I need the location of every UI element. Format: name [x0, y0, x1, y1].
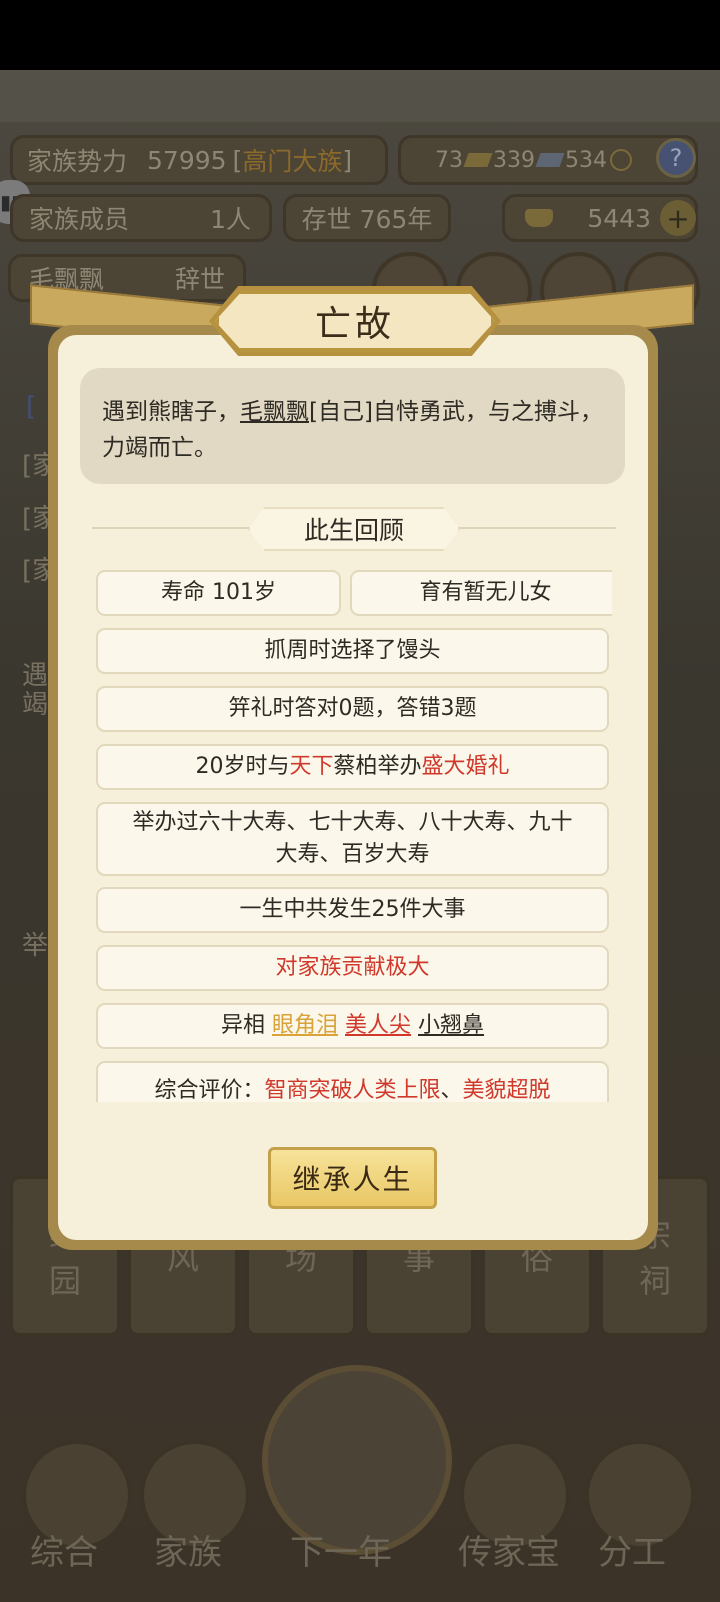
events-text: 一生中共发生25件大事	[239, 897, 466, 922]
marriage-pre: 20岁时与	[195, 754, 290, 779]
cause-prefix: 遇到熊瞎子，	[102, 399, 240, 425]
features-card: 异相 眼角泪 美人尖 小翘鼻	[96, 1003, 609, 1049]
plus-icon: +	[666, 201, 690, 235]
tile-garden-bottom: 园	[48, 1262, 81, 1300]
birthdays-card: 举办过六十大寿、七十大寿、八十大寿、九十大寿、百岁大寿	[96, 802, 609, 876]
nav-heirloom-label: 传家宝	[458, 1533, 560, 1573]
inherit-life-button[interactable]: 继承人生	[268, 1147, 437, 1209]
resource-3-value: 534	[565, 147, 607, 173]
add-gold-button[interactable]: +	[660, 200, 696, 236]
nav-overview-label: 综合	[30, 1533, 98, 1573]
contribution-text: 对家族贡献极大	[275, 955, 430, 980]
bracket-open: [	[232, 145, 243, 175]
tile-hall-bottom: 祠	[638, 1262, 671, 1300]
existence-panel: 存世 765年	[283, 194, 451, 242]
bracket-close: ]	[342, 145, 353, 175]
members-value: 1人	[210, 205, 251, 234]
gold-ingot-icon	[525, 209, 553, 227]
feature-upturned-nose[interactable]: 小翘鼻	[418, 1013, 484, 1038]
log-tag-1: [	[26, 392, 37, 422]
feature-widows-peak[interactable]: 美人尖	[345, 1013, 411, 1038]
zhuazhou-card: 抓周时选择了馒头	[96, 628, 609, 674]
dialog-title-plate: 亡故	[215, 290, 495, 352]
events-card: 一生中共发生25件大事	[96, 887, 609, 933]
feature-tear-mole[interactable]: 眼角泪	[272, 1013, 338, 1038]
marriage-realm: 天下	[289, 754, 334, 779]
family-power-label: 家族势力	[27, 147, 128, 176]
jili-text: 笄礼时答对0题，答错3题	[228, 696, 477, 721]
evaluation-card: 综合评价：智商突破人类上限、美貌超脱	[96, 1061, 609, 1102]
log-entry-5: 竭	[22, 690, 49, 720]
top-band	[0, 70, 720, 122]
family-members-panel[interactable]: 家族成员 1人	[10, 194, 272, 242]
gold-bar-icon	[463, 153, 493, 167]
evaluation-value-2: 美貌超脱	[462, 1078, 551, 1102]
lifespan-card: 寿命 101岁	[96, 570, 341, 616]
death-cause-box: 遇到熊瞎子，毛飘飘[自己]自恃勇武，与之搏斗，力竭而亡。	[80, 368, 625, 484]
features-label: 异相	[220, 1013, 265, 1038]
silver-bar-icon	[535, 153, 565, 167]
evaluation-label: 综合评价：	[154, 1078, 265, 1102]
coin-icon	[610, 149, 632, 171]
person-status: 辞世	[174, 265, 225, 294]
birthdays-text: 举办过六十大寿、七十大寿、八十大寿、九十大寿、百岁大寿	[132, 810, 573, 867]
nav-next-year-label: 下一年	[290, 1533, 392, 1573]
resource-1-value: 73	[435, 147, 463, 173]
contribution-card: 对家族贡献极大	[96, 945, 609, 991]
help-icon: ?	[669, 144, 683, 172]
life-review-heading: 此生回顾	[248, 507, 460, 551]
inherit-life-label: 继承人生	[292, 1163, 413, 1196]
evaluation-value-1: 智商突破人类上限	[264, 1078, 441, 1102]
evaluation-sep: 、	[440, 1078, 463, 1102]
marriage-type: 盛大婚礼	[421, 754, 510, 779]
life-review-list[interactable]: 寿命 101岁 育有暂无儿女 抓周时选择了馒头 笄礼时答对0题，答错3题 20岁…	[96, 570, 612, 1102]
marriage-card: 20岁时与天下蔡柏举办盛大婚礼	[96, 744, 609, 790]
children-text: 育有暂无儿女	[419, 580, 552, 605]
lifespan-text: 寿命 101岁	[161, 580, 276, 605]
section-divider-right	[456, 527, 616, 529]
zhuazhou-text: 抓周时选择了馒头	[264, 638, 441, 663]
section-title: 此生回顾	[303, 516, 404, 545]
nav-division-label: 分工	[598, 1533, 666, 1573]
resources-panel: 73 339 534	[398, 135, 698, 185]
members-label: 家族成员	[29, 205, 130, 234]
cause-person-name[interactable]: 毛飘飘	[240, 399, 309, 425]
nav-family-label: 家族	[154, 1533, 222, 1573]
family-rank: 高门大族	[242, 147, 343, 176]
children-card: 育有暂无儿女	[350, 570, 612, 616]
dialog-title: 亡故	[314, 304, 395, 345]
family-power-value: 57995	[147, 145, 227, 175]
family-power-panel[interactable]: 家族势力 57995 [ 高门大族 ]	[10, 135, 388, 185]
marriage-mid: 蔡柏举办	[333, 754, 422, 779]
gold-value: 5443	[587, 203, 651, 233]
status-bar	[0, 0, 720, 70]
help-button[interactable]: ?	[656, 138, 696, 178]
log-entry-6: 举	[22, 931, 49, 961]
existence-years: 存世 765年	[301, 205, 433, 234]
section-divider-left	[92, 527, 252, 529]
resource-2-value: 339	[493, 147, 535, 173]
jili-card: 笄礼时答对0题，答错3题	[96, 686, 609, 732]
